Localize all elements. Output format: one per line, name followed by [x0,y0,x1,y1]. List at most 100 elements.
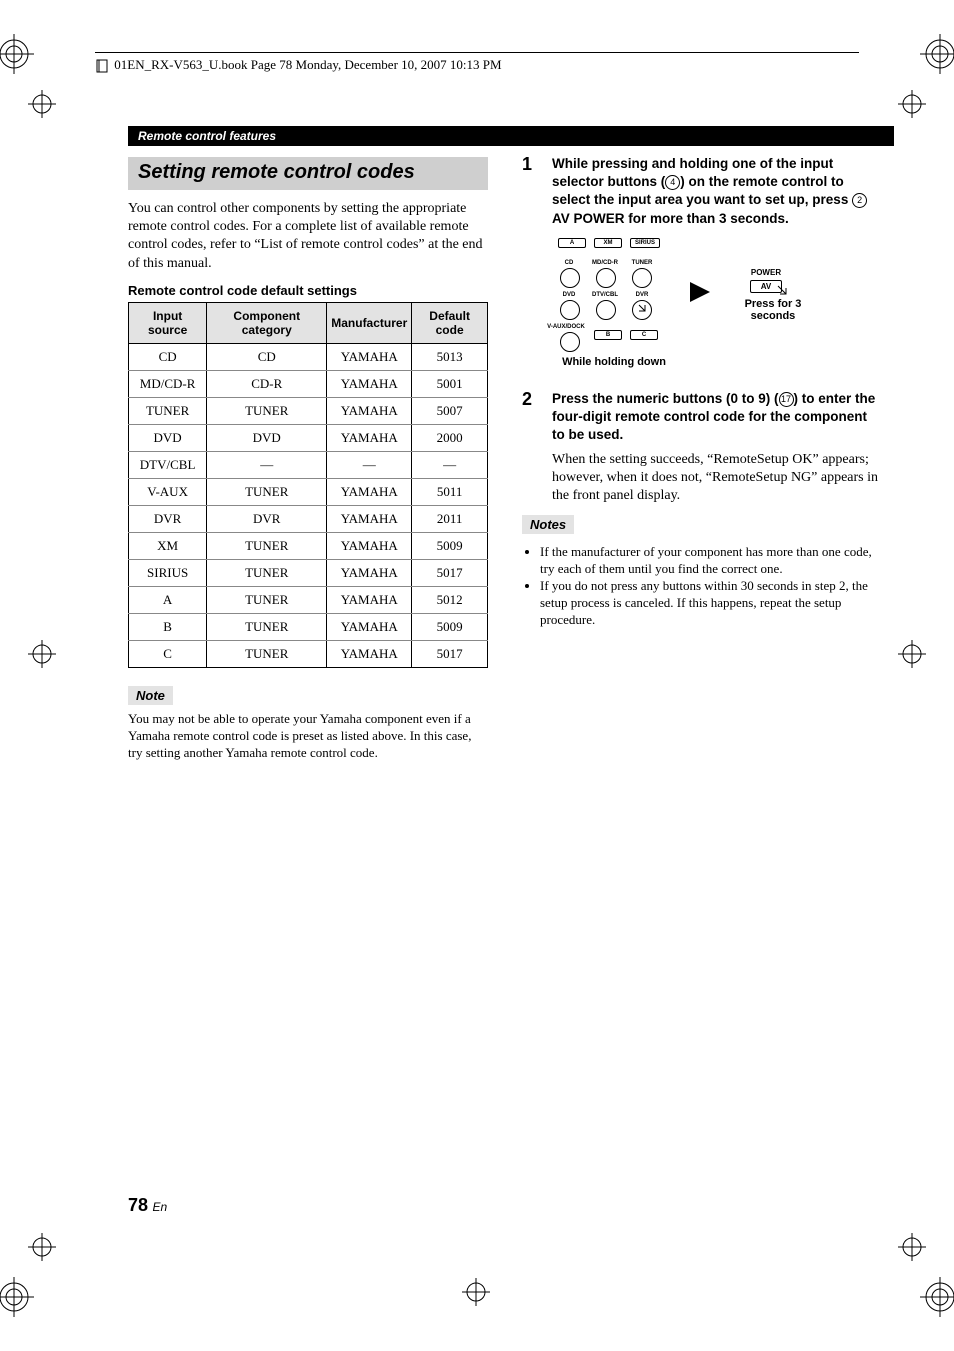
table-cell: 5009 [412,532,488,559]
table-cell: YAMAHA [327,343,412,370]
circle-cd [560,268,580,288]
table-cell: B [129,613,207,640]
av-power-label: AV POWER [552,211,625,226]
table-cell: 5001 [412,370,488,397]
crop-mark-icon [28,90,56,118]
circled-2-icon: 2 [852,193,867,208]
table-cell: XM [129,532,207,559]
table-cell: YAMAHA [327,532,412,559]
remote-diagram: A XM SIRIUS CD MD/CD-R TUNER DVD DTV/CBL… [550,238,882,378]
intro-paragraph: You can control other components by sett… [128,200,488,273]
remote-codes-table: Input source Component category Manufact… [128,302,488,668]
step-2-plain: When the setting succeeds, “RemoteSetup … [552,451,882,506]
table-cell: YAMAHA [327,640,412,667]
registration-mark-icon [920,1277,954,1317]
table-cell: — [207,451,327,478]
finger-press-icon [633,301,651,319]
table-cell: TUNER [207,640,327,667]
circle-vaux [560,332,580,352]
table-cell: V-AUX [129,478,207,505]
step-2-number: 2 [522,390,540,505]
table-cell: CD-R [207,370,327,397]
crop-mark-icon [898,1233,926,1261]
table-cell: DVD [207,424,327,451]
table-row: DTV/CBL——— [129,451,488,478]
step-1: 1 While pressing and holding one of the … [522,155,882,228]
table-cell: TUNER [207,559,327,586]
lbl-dvd: DVD [556,292,582,298]
circled-4-icon: 4 [665,175,680,190]
table-cell: TUNER [207,478,327,505]
lbl-mdcdr: MD/CD-R [588,260,622,266]
table-row: DVRDVRYAMAHA2011 [129,505,488,532]
table-cell: 5013 [412,343,488,370]
lbl-power: POWER [746,268,786,277]
step-2: 2 Press the numeric buttons (0 to 9) (17… [522,390,882,505]
btn-c: C [630,330,658,340]
circle-dvr [632,300,652,320]
table-row: BTUNERYAMAHA5009 [129,613,488,640]
table-row: DVDDVDYAMAHA2000 [129,424,488,451]
table-row: MD/CD-RCD-RYAMAHA5001 [129,370,488,397]
table-cell: A [129,586,207,613]
table-row: SIRIUSTUNERYAMAHA5017 [129,559,488,586]
table-cell: C [129,640,207,667]
table-cell: TUNER [207,586,327,613]
note-text: You may not be able to operate your Yama… [128,711,488,762]
table-cell: YAMAHA [327,478,412,505]
th-manufacturer: Manufacturer [327,302,412,343]
th-component-category: Component category [207,302,327,343]
page-number-value: 78 [128,1195,148,1215]
notes-list: If the manufacturer of your component ha… [522,544,882,628]
notes-label: Notes [522,515,574,534]
left-column: Setting remote control codes You can con… [128,155,488,771]
arrow-right-icon [690,282,710,302]
crop-mark-icon [28,1233,56,1261]
table-cell: 2000 [412,424,488,451]
table-cell: DTV/CBL [129,451,207,478]
table-cell: CD [129,343,207,370]
table-cell: YAMAHA [327,613,412,640]
btn-xm: XM [594,238,622,248]
section-bar: Remote control features [128,126,894,146]
table-cell: TUNER [207,613,327,640]
right-column: 1 While pressing and holding one of the … [522,155,882,771]
th-default-code: Default code [412,302,488,343]
crop-mark-icon [28,640,56,668]
page-heading: Setting remote control codes [128,157,488,190]
circle-tuner [632,268,652,288]
table-row: CTUNERYAMAHA5017 [129,640,488,667]
table-cell: 5009 [412,613,488,640]
lbl-dtvcbl: DTV/CBL [588,292,622,298]
table-cell: YAMAHA [327,505,412,532]
note-label: Note [128,686,173,705]
circle-dtvcbl [596,300,616,320]
book-icon [95,58,111,74]
table-cell: TUNER [207,532,327,559]
registration-mark-icon [0,1277,34,1317]
page-number: 78 En [128,1195,167,1216]
table-cell: DVR [129,505,207,532]
notes-block: Notes If the manufacturer of your compon… [522,515,882,628]
table-cell: — [327,451,412,478]
lbl-cd: CD [558,260,580,266]
table-cell: MD/CD-R [129,370,207,397]
table-cell: TUNER [129,397,207,424]
list-item: If the manufacturer of your component ha… [540,544,882,578]
table-cell: YAMAHA [327,586,412,613]
caption-holding: While holding down [544,356,684,368]
circle-dvd [560,300,580,320]
table-cell: — [412,451,488,478]
section-bar-text: Remote control features [138,129,276,143]
btn-b: B [594,330,622,340]
table-cell: DVR [207,505,327,532]
table-row: V-AUXTUNERYAMAHA5011 [129,478,488,505]
finger-press-icon [776,284,790,298]
table-cell: YAMAHA [327,559,412,586]
print-header-text: 01EN_RX-V563_U.book Page 78 Monday, Dece… [114,57,501,72]
step-1-body: While pressing and holding one of the in… [552,155,882,228]
table-cell: 5011 [412,478,488,505]
th-input-source: Input source [129,302,207,343]
table-cell: SIRIUS [129,559,207,586]
step-2-body: Press the numeric buttons (0 to 9) (17) … [552,390,882,505]
